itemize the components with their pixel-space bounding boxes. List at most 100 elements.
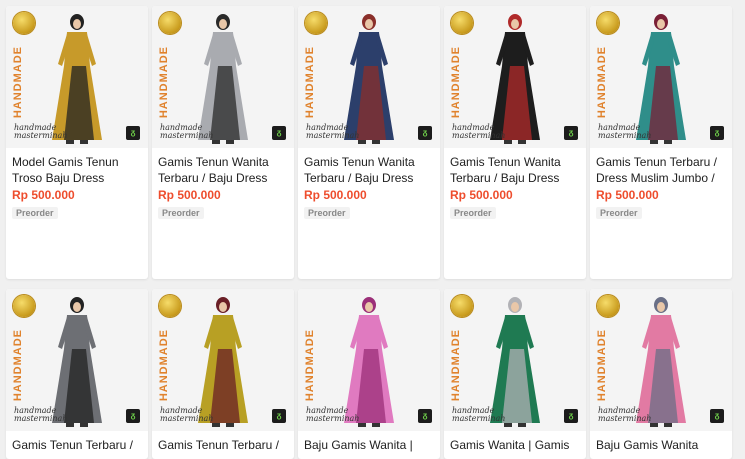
handmade-label: HANDMADE xyxy=(12,329,24,402)
signature-line2: masterminah xyxy=(14,131,68,140)
signature-line2: masterminah xyxy=(452,414,506,423)
left-shoe xyxy=(358,423,366,427)
brand-logo-icon: ᵹ xyxy=(710,409,724,423)
handmade-label: HANDMADE xyxy=(158,46,170,119)
face-shape xyxy=(73,302,81,312)
left-shoe xyxy=(66,423,74,427)
preorder-badge: Preorder xyxy=(12,207,58,219)
product-card[interactable]: HANDMADE handmade masterminah ᵹ Gamis Ten… xyxy=(6,289,148,459)
product-title[interactable]: Gamis Tenun Wanita Terbaru / Baju Dress xyxy=(450,154,580,186)
handmade-label: HANDMADE xyxy=(450,46,462,119)
product-title[interactable]: Gamis Wanita | Gamis xyxy=(450,437,580,459)
brand-signature: handmade masterminah xyxy=(160,407,213,423)
product-card[interactable]: HANDMADE handmade masterminah ᵹ Gamis Wan… xyxy=(444,289,586,459)
brand-signature: handmade masterminah xyxy=(452,407,505,423)
brand-logo-icon: ᵹ xyxy=(126,409,140,423)
product-card[interactable]: HANDMADE handmade masterminah ᵹ Gamis Ten… xyxy=(152,6,294,279)
face-shape xyxy=(657,302,665,312)
preorder-badge: Preorder xyxy=(450,207,496,219)
quality-badge-icon xyxy=(305,12,327,34)
quality-badge-icon xyxy=(451,295,473,317)
signature-line2: masterminah xyxy=(598,414,652,423)
product-card[interactable]: HANDMADE handmade masterminah ᵹ Gamis Ten… xyxy=(444,6,586,279)
product-image[interactable]: HANDMADE handmade masterminah ᵹ xyxy=(6,6,148,148)
face-shape xyxy=(657,19,665,29)
face-shape xyxy=(365,19,373,29)
preorder-badge: Preorder xyxy=(596,207,642,219)
right-shoe xyxy=(518,140,526,144)
left-shoe xyxy=(358,140,366,144)
face-shape xyxy=(511,19,519,29)
handmade-label: HANDMADE xyxy=(450,329,462,402)
preorder-badge: Preorder xyxy=(304,207,350,219)
quality-badge-icon xyxy=(13,12,35,34)
product-title[interactable]: Gamis Tenun Terbaru / xyxy=(158,437,288,459)
product-card[interactable]: HANDMADE handmade masterminah ᵹ Gamis Ten… xyxy=(590,6,732,279)
face-shape xyxy=(219,302,227,312)
product-price: Rp 500.000 xyxy=(304,188,367,202)
preorder-badge: Preorder xyxy=(158,207,204,219)
handmade-label: HANDMADE xyxy=(304,329,316,402)
brand-logo-icon: ᵹ xyxy=(564,126,578,140)
product-image[interactable]: HANDMADE handmade masterminah ᵹ xyxy=(152,289,294,431)
product-image[interactable]: HANDMADE handmade masterminah ᵹ xyxy=(6,289,148,431)
left-shoe xyxy=(650,423,658,427)
quality-badge-icon xyxy=(597,295,619,317)
handmade-label: HANDMADE xyxy=(12,46,24,119)
product-image[interactable]: HANDMADE handmade masterminah ᵹ xyxy=(298,289,440,431)
product-title[interactable]: Baju Gamis Wanita xyxy=(596,437,726,459)
signature-line2: masterminah xyxy=(306,414,360,423)
product-price: Rp 500.000 xyxy=(450,188,513,202)
product-title[interactable]: Gamis Tenun Terbaru / xyxy=(12,437,142,459)
brand-signature: handmade masterminah xyxy=(306,124,359,140)
product-image[interactable]: HANDMADE handmade masterminah ᵹ xyxy=(298,6,440,148)
right-shoe xyxy=(80,140,88,144)
left-shoe xyxy=(212,423,220,427)
handmade-label: HANDMADE xyxy=(596,46,608,119)
handmade-label: HANDMADE xyxy=(304,46,316,119)
product-card[interactable]: HANDMADE handmade masterminah ᵹ Model Gam… xyxy=(6,6,148,279)
product-image[interactable]: HANDMADE handmade masterminah ᵹ xyxy=(590,289,732,431)
product-image[interactable]: HANDMADE handmade masterminah ᵹ xyxy=(444,289,586,431)
product-image[interactable]: HANDMADE handmade masterminah ᵹ xyxy=(152,6,294,148)
right-shoe xyxy=(664,423,672,427)
face-shape xyxy=(365,302,373,312)
product-card[interactable]: HANDMADE handmade masterminah ᵹ Baju Gami… xyxy=(298,289,440,459)
product-price: Rp 500.000 xyxy=(12,188,75,202)
right-shoe xyxy=(664,140,672,144)
product-card[interactable]: HANDMADE handmade masterminah ᵹ Gamis Ten… xyxy=(298,6,440,279)
brand-logo-icon: ᵹ xyxy=(418,409,432,423)
brand-logo-icon: ᵹ xyxy=(564,409,578,423)
product-title[interactable]: Baju Gamis Wanita | xyxy=(304,437,434,459)
handmade-label: HANDMADE xyxy=(596,329,608,402)
handmade-label: HANDMADE xyxy=(158,329,170,402)
quality-badge-icon xyxy=(451,12,473,34)
brand-signature: handmade masterminah xyxy=(160,124,213,140)
left-shoe xyxy=(504,423,512,427)
left-shoe xyxy=(212,140,220,144)
product-grid: HANDMADE handmade masterminah ᵹ Model Gam… xyxy=(0,0,745,459)
face-shape xyxy=(219,19,227,29)
left-shoe xyxy=(504,140,512,144)
left-shoe xyxy=(66,140,74,144)
product-title[interactable]: Gamis Tenun Wanita Terbaru / Baju Dress xyxy=(304,154,434,186)
signature-line2: masterminah xyxy=(160,131,214,140)
signature-line2: masterminah xyxy=(598,131,652,140)
brand-signature: handmade masterminah xyxy=(14,407,67,423)
product-title[interactable]: Gamis Tenun Terbaru / Dress Muslim Jumbo… xyxy=(596,154,726,186)
right-shoe xyxy=(518,423,526,427)
product-card[interactable]: HANDMADE handmade masterminah ᵹ Gamis Ten… xyxy=(152,289,294,459)
quality-badge-icon xyxy=(13,295,35,317)
brand-signature: handmade masterminah xyxy=(306,407,359,423)
product-title[interactable]: Gamis Tenun Wanita Terbaru / Baju Dress xyxy=(158,154,288,186)
product-price: Rp 500.000 xyxy=(158,188,221,202)
right-shoe xyxy=(372,423,380,427)
product-image[interactable]: HANDMADE handmade masterminah ᵹ xyxy=(590,6,732,148)
product-image[interactable]: HANDMADE handmade masterminah ᵹ xyxy=(444,6,586,148)
signature-line2: masterminah xyxy=(14,414,68,423)
signature-line2: masterminah xyxy=(452,131,506,140)
product-title[interactable]: Model Gamis Tenun Troso Baju Dress xyxy=(12,154,142,186)
face-shape xyxy=(511,302,519,312)
right-shoe xyxy=(226,140,234,144)
product-card[interactable]: HANDMADE handmade masterminah ᵹ Baju Gami… xyxy=(590,289,732,459)
